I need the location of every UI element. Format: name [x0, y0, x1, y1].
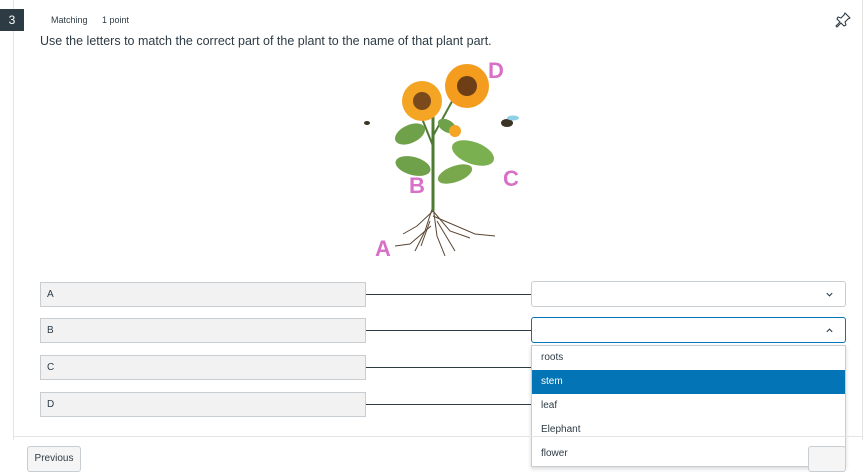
- footer-divider: [13, 436, 863, 437]
- plant-label-d: D: [488, 58, 504, 83]
- next-button[interactable]: [808, 446, 846, 472]
- match-connector: [366, 404, 531, 405]
- option-roots[interactable]: roots: [532, 346, 845, 370]
- question-prompt: Use the letters to match the correct par…: [40, 34, 492, 48]
- match-term-b: B: [40, 318, 366, 343]
- match-select-b[interactable]: [531, 317, 846, 343]
- option-stem[interactable]: stem: [532, 370, 845, 394]
- match-select-a[interactable]: [531, 281, 846, 307]
- match-connector: [366, 294, 531, 295]
- pin-icon[interactable]: [835, 12, 851, 28]
- previous-button[interactable]: Previous: [27, 446, 81, 472]
- match-connector: [366, 367, 531, 368]
- option-leaf[interactable]: leaf: [532, 394, 845, 418]
- match-connector: [366, 330, 531, 331]
- sunflower-plant-image: [364, 64, 519, 257]
- chevron-down-icon: [826, 292, 833, 297]
- match-term-c: C: [40, 355, 366, 380]
- match-options-list: roots stem leaf Elephant flower: [531, 345, 846, 467]
- question-number: 3: [0, 9, 24, 31]
- plant-label-a: A: [375, 236, 391, 261]
- match-term-d: D: [40, 392, 366, 417]
- plant-label-c: C: [503, 166, 519, 191]
- option-elephant[interactable]: Elephant: [532, 418, 845, 442]
- plant-label-b: B: [409, 173, 425, 198]
- chevron-up-icon: [826, 328, 833, 333]
- question-type: Matching: [51, 15, 88, 25]
- question-points: 1 point: [102, 15, 130, 25]
- option-flower[interactable]: flower: [532, 442, 845, 466]
- match-term-a: A: [40, 282, 366, 307]
